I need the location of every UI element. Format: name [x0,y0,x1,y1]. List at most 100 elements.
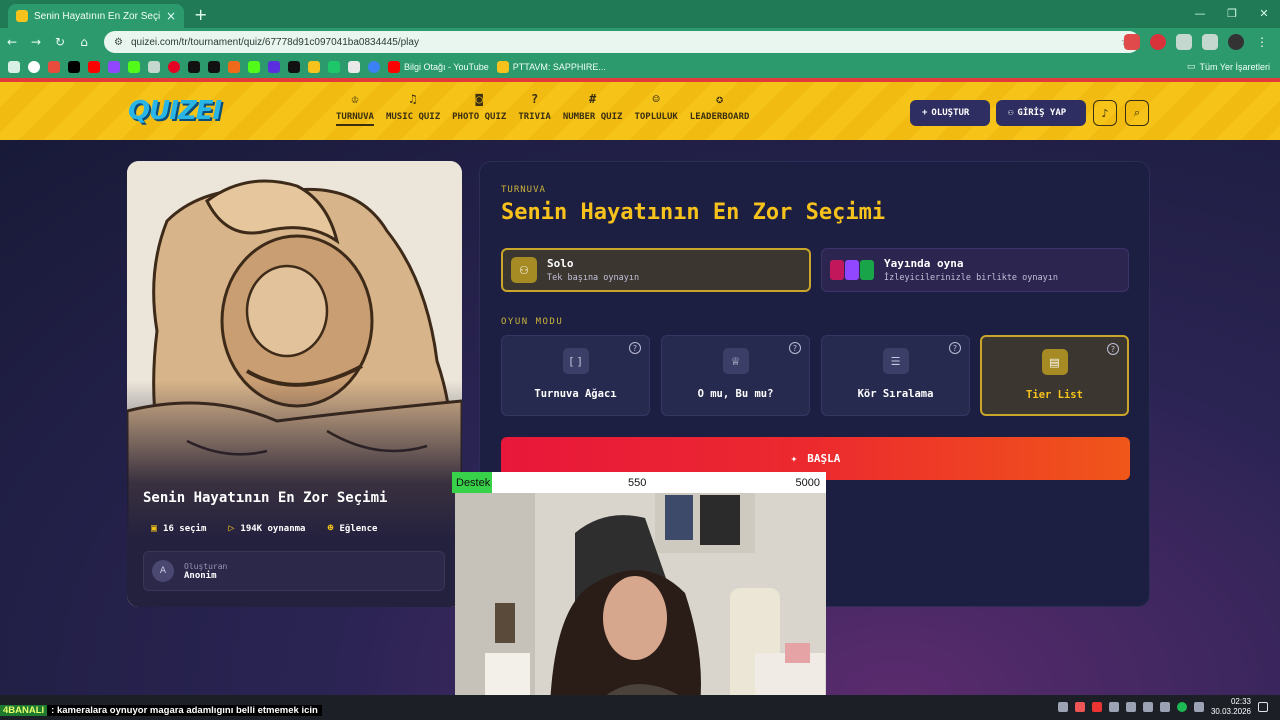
camera-icon: ◙ [475,92,483,106]
home-icon[interactable]: ⌂ [72,35,96,49]
notification-icon[interactable] [1258,702,1268,712]
bookmark-icon[interactable] [368,61,380,73]
ticker-username: 4BANALI [0,704,48,716]
nav-label: LEADERBOARD [689,112,750,122]
site-header: QUIZEI ♔ TURNUVA ♫ MUSIC QUIZ ◙ PHOTO QU… [0,82,1280,140]
site-info-icon[interactable]: ⚙ [114,37,123,48]
plays-count: ▷ 194K oynanma [228,523,305,534]
nav-item-leaderboard[interactable]: ✪ LEADERBOARD [684,92,756,126]
close-tab-icon[interactable]: × [166,9,176,23]
gmail-icon[interactable] [48,61,60,73]
help-icon[interactable]: ? [1107,343,1119,355]
minimize-icon[interactable]: — [1184,0,1216,28]
login-button[interactable]: ⚇ GİRİŞ YAP [996,100,1086,126]
network-icon[interactable] [1142,702,1153,712]
profile-avatar[interactable] [1228,34,1244,50]
extensions-puzzle-icon[interactable] [1176,34,1192,50]
webcam-image [455,493,826,705]
nav-item-trivia[interactable]: ? TRIVIA [512,92,557,126]
stream-play-option[interactable]: Yayında oyna İzleyicilerinizle birlikte … [821,248,1129,292]
search-icon[interactable]: ⌕ [1125,100,1149,126]
clock-time: 02:33 [1230,697,1251,706]
microphone-icon[interactable] [1108,702,1119,712]
spotify-icon[interactable] [1176,702,1187,712]
award-icon: ✪ [715,92,724,106]
extensions-area: ⋮ [1124,34,1270,50]
crown-icon: ♕ [722,348,749,374]
reload-icon[interactable]: ↻ [48,35,72,49]
solo-option[interactable]: ⚇ Solo Tek başına oynayın [501,248,811,292]
extension-icon[interactable] [1124,34,1140,50]
tray-icon[interactable] [1193,702,1204,712]
apps-icon[interactable] [8,61,20,73]
mode-blind-ranking[interactable]: ? ☰ Kör Sıralama [821,335,970,416]
forward-icon[interactable]: → [24,35,48,49]
bookmark-icon[interactable] [348,61,360,73]
create-button[interactable]: + OLUŞTUR [910,100,990,126]
mode-label: Tier List [1026,389,1083,401]
youtube-icon[interactable] [88,61,100,73]
download-icon[interactable] [1202,34,1218,50]
bookmark-icon[interactable] [228,61,240,73]
extension-icon[interactable] [1150,34,1166,50]
google-icon[interactable] [28,61,40,73]
tray-icon[interactable] [1125,702,1136,712]
nav-item-photo-quiz[interactable]: ◙ PHOTO QUIZ [446,92,512,126]
bookmark-icon[interactable] [148,61,160,73]
users-icon: ☺ [652,92,660,106]
back-icon[interactable]: ← [0,35,24,49]
help-icon[interactable]: ? [949,342,961,354]
tab-title: Senin Hayatının En Zor Seçimi [34,10,160,22]
site-logo[interactable]: QUIZEI [128,96,222,126]
address-toolbar: ← → ↻ ⌂ ⚙ quizei.com/tr/tournament/quiz/… [0,28,1280,56]
close-window-icon[interactable]: ✕ [1248,0,1280,28]
mode-tier-list[interactable]: ? ▤ Tier List [980,335,1129,416]
bookmark-icon[interactable] [208,61,220,73]
donation-goal: 5000 [795,476,820,489]
volume-icon[interactable] [1159,702,1170,712]
tray-icon[interactable] [1074,702,1085,712]
layers-icon: ▣ [151,523,158,534]
nav-item-turnuva[interactable]: ♔ TURNUVA [330,92,380,126]
all-bookmarks[interactable]: ▭ Tüm Yer İşaretleri [1187,61,1270,72]
bookmark-pttavm[interactable]: PTTAVM: SAPPHIRE... [496,61,606,73]
kick-icon[interactable] [128,61,140,73]
page-title: Senin Hayatının En Zor Seçimi [501,200,886,225]
nav-item-topluluk[interactable]: ☺ TOPLULUK [628,92,683,126]
x-icon[interactable] [68,61,80,73]
kick-icon [860,260,874,280]
menu-icon[interactable]: ⋮ [1254,34,1270,50]
nav-label: TURNUVA [336,112,374,126]
bookmark-icon[interactable] [268,61,280,73]
mode-this-or-that[interactable]: ? ♕ O mu, Bu mu? [661,335,810,416]
help-icon[interactable]: ? [629,342,641,354]
user-icon: ⚇ [511,257,537,283]
pinterest-icon[interactable] [168,61,180,73]
mode-tournament-bracket[interactable]: ? [ ] Turnuva Ağacı [501,335,650,416]
ticker-message: : kameralara oynuyor magara adamlıgını b… [47,704,322,716]
browser-tab[interactable]: Senin Hayatının En Zor Seçimi × [8,4,184,28]
bookmark-icon[interactable] [308,61,320,73]
kick-icon[interactable] [248,61,260,73]
notifications-bell-icon[interactable]: ♪ [1093,100,1117,126]
youtube-icon [388,61,400,73]
new-tab-icon[interactable]: + [194,5,207,24]
creator-name: Anonim [184,570,217,581]
nav-item-music-quiz[interactable]: ♫ MUSIC QUIZ [380,92,446,126]
twitch-icon[interactable] [108,61,120,73]
donation-current: 550 [628,476,647,489]
tray-icon[interactable] [1057,702,1068,712]
maximize-icon[interactable]: ❐ [1216,0,1248,28]
tray-icon[interactable] [1091,702,1102,712]
bookmark-icon[interactable] [288,61,300,73]
bookmark-youtube[interactable]: Bilgi Otağı - YouTube [388,61,489,73]
url-text: quizei.com/tr/tournament/quiz/67778d91c0… [130,36,419,48]
quiz-meta: ▣ 16 seçim ▷ 194K oynanma ☻ Eğlence [151,523,377,534]
help-icon[interactable]: ? [789,342,801,354]
clock[interactable]: 02:33 30.03.2026 [1211,697,1251,717]
bookmark-icon[interactable] [328,61,340,73]
bookmark-icon[interactable] [188,61,200,73]
address-bar[interactable]: ⚙ quizei.com/tr/tournament/quiz/67778d91… [104,31,1140,53]
webcam-feed [455,493,826,705]
nav-item-number-quiz[interactable]: # NUMBER QUIZ [557,92,629,126]
